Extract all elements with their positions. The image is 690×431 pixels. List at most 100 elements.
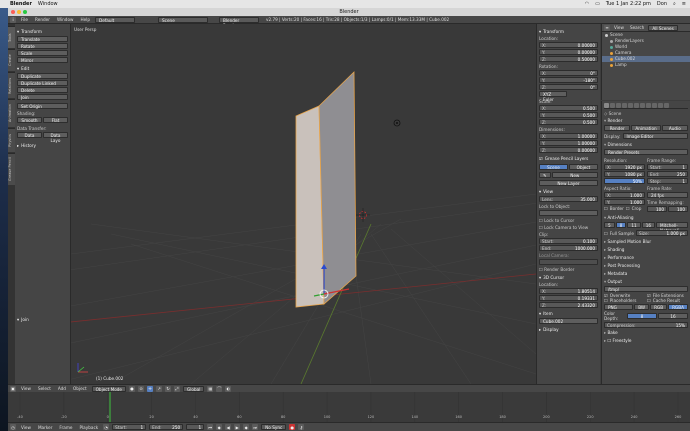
data-button[interactable]: Data bbox=[17, 132, 42, 138]
frame-rate-select[interactable]: 24 fps bbox=[647, 192, 688, 198]
res-y-field[interactable]: Y: 1080 px bbox=[604, 171, 645, 177]
object-menu[interactable]: Object bbox=[71, 386, 89, 391]
render-tab-icon[interactable] bbox=[604, 102, 609, 108]
minimize-window-icon[interactable] bbox=[17, 10, 21, 14]
transform-panel-header[interactable]: ▾ Transform bbox=[17, 29, 68, 34]
scale-button[interactable]: Scale bbox=[17, 50, 68, 56]
join-button[interactable]: Join bbox=[17, 94, 68, 100]
scene-button[interactable]: Scene bbox=[539, 164, 568, 170]
new-layer-button[interactable]: New Layer bbox=[539, 180, 598, 186]
keying-set-icon[interactable]: ⚷ bbox=[298, 424, 305, 430]
crop-checkbox[interactable]: ☐ bbox=[626, 206, 630, 211]
rotation-y-field[interactable]: Y: -180° bbox=[539, 77, 598, 83]
format-select[interactable]: PNG bbox=[604, 304, 634, 310]
scale-y-field[interactable]: Y: 0.500 bbox=[539, 112, 598, 118]
tab-create[interactable]: Create bbox=[8, 49, 15, 71]
scale-manipulator-icon[interactable]: ⤢ bbox=[174, 385, 180, 392]
current-frame-field[interactable]: 1 bbox=[186, 424, 205, 430]
object-tab-icon[interactable] bbox=[628, 102, 633, 108]
depth-16-button[interactable]: 16 bbox=[658, 313, 688, 319]
location-z-field[interactable]: Z: 0.50000 bbox=[539, 56, 598, 62]
performance-panel-header[interactable]: Performance bbox=[604, 255, 688, 261]
search-icon[interactable]: ⌕ bbox=[673, 1, 676, 7]
lens-field[interactable]: Lens: 35.000 bbox=[539, 196, 598, 202]
render-engine-select[interactable]: Blender Render bbox=[219, 16, 259, 28]
pencil-icon[interactable]: ✎ bbox=[539, 172, 551, 178]
menu-window[interactable]: Window bbox=[55, 17, 76, 22]
item-name-field[interactable]: Cube.002 bbox=[539, 318, 598, 324]
3d-viewport[interactable]: User Persp (1) Cube.002 bbox=[71, 24, 536, 384]
grease-pencil-panel-header[interactable]: ☑ Grease Pencil Layers bbox=[539, 156, 598, 161]
aa-16-button[interactable]: 16 bbox=[641, 222, 656, 228]
post-processing-panel-header[interactable]: Post Processing bbox=[604, 263, 688, 269]
duplicate-linked-button[interactable]: Duplicate Linked bbox=[17, 80, 68, 86]
animation-button[interactable]: Animation bbox=[631, 125, 661, 131]
3d-cursor-panel-header[interactable]: ▾ 3D Cursor bbox=[539, 275, 598, 280]
start-field[interactable]: Start: 1 bbox=[112, 424, 147, 430]
aa-size-field[interactable]: Size: 1.000 px bbox=[635, 230, 688, 236]
bake-panel-header[interactable]: Bake bbox=[604, 330, 688, 336]
motion-blur-panel-header[interactable]: Sampled Motion Blur bbox=[604, 239, 688, 245]
audio-button[interactable]: Audio bbox=[661, 125, 689, 131]
local-camera-field[interactable] bbox=[539, 259, 598, 265]
operator-panel-header[interactable]: ▾ Join bbox=[17, 317, 29, 322]
cursor-z-field[interactable]: Z: 2.43320 bbox=[539, 302, 598, 308]
jump-end-icon[interactable]: ⏭ bbox=[252, 424, 259, 430]
mac-menu-window[interactable]: Window bbox=[38, 1, 58, 7]
prev-keyframe-icon[interactable]: ◆ bbox=[216, 424, 223, 430]
dimensions-panel-header[interactable]: Dimensions bbox=[604, 142, 688, 148]
mac-clock[interactable]: Tue 1 Jan 2:22 pm bbox=[606, 1, 651, 7]
metadata-panel-header[interactable]: Metadata bbox=[604, 271, 688, 277]
object-button[interactable]: Object bbox=[569, 164, 598, 170]
mac-app-name[interactable]: Blender bbox=[10, 1, 32, 7]
rotate-button[interactable]: Rotate bbox=[17, 43, 68, 49]
tab-physics[interactable]: Physics bbox=[8, 128, 15, 152]
aspect-x-field[interactable]: X: 1.000 bbox=[604, 192, 645, 198]
next-keyframe-icon[interactable]: ◆ bbox=[243, 424, 250, 430]
jump-start-icon[interactable]: ⏮ bbox=[207, 424, 214, 430]
rgb-button[interactable]: RGB bbox=[650, 304, 668, 310]
cursor-y-field[interactable]: Y: 0.19331 bbox=[539, 295, 598, 301]
pivot-icon[interactable]: ⊙ bbox=[138, 385, 144, 392]
data-tab-icon[interactable] bbox=[646, 102, 651, 108]
preview-range-icon[interactable]: ◔ bbox=[103, 424, 110, 430]
playback-menu[interactable]: Playback bbox=[77, 425, 100, 430]
layout-select[interactable]: Default bbox=[95, 16, 135, 23]
material-tab-icon[interactable] bbox=[652, 102, 657, 108]
physics-tab-icon[interactable] bbox=[664, 102, 669, 108]
render-presets-select[interactable]: Render Presets bbox=[604, 149, 688, 155]
scale-x-field[interactable]: X: 0.500 bbox=[539, 105, 598, 111]
dimensions-y-field[interactable]: Y: 1.00000 bbox=[539, 140, 598, 146]
timeline-view-menu[interactable]: View bbox=[19, 425, 33, 430]
select-menu[interactable]: Select bbox=[36, 386, 53, 391]
info-editor-icon[interactable]: i bbox=[10, 16, 16, 23]
translate-manipulator-icon[interactable]: ↗ bbox=[156, 385, 162, 392]
wifi-icon[interactable]: ◠ bbox=[585, 1, 589, 7]
tab-relations[interactable]: Relations bbox=[8, 72, 15, 98]
lock-to-cursor-checkbox[interactable]: ☐ Lock to Cursor bbox=[539, 218, 598, 223]
play-icon[interactable]: ▶ bbox=[234, 424, 241, 430]
plane-object[interactable] bbox=[71, 24, 536, 384]
frame-menu[interactable]: Frame bbox=[57, 425, 74, 430]
display-select[interactable]: Image Editor bbox=[622, 133, 688, 139]
new-button[interactable]: New bbox=[551, 172, 598, 178]
tab-grease-pencil[interactable]: Grease Pencil bbox=[8, 153, 15, 185]
location-x-field[interactable]: X: 0.00000 bbox=[539, 42, 598, 48]
record-icon[interactable]: ● bbox=[289, 424, 296, 430]
menu-file[interactable]: File bbox=[19, 17, 30, 22]
aa-5-button[interactable]: 5 bbox=[604, 222, 615, 228]
time-old-field[interactable]: 100 bbox=[647, 206, 667, 212]
3d-cursor-icon[interactable] bbox=[356, 208, 370, 222]
cache-checkbox[interactable]: ☐ bbox=[647, 298, 651, 303]
freestyle-panel-header[interactable]: ☐ Freestyle bbox=[604, 338, 688, 344]
marker-menu[interactable]: Marker bbox=[36, 425, 54, 430]
delete-button[interactable]: Delete bbox=[17, 87, 68, 93]
battery-icon[interactable]: ▭ bbox=[595, 1, 600, 7]
lock-camera-checkbox[interactable]: ☐ Lock Camera to View bbox=[539, 225, 598, 230]
world-tab-icon[interactable] bbox=[622, 102, 627, 108]
timeline-editor-icon[interactable]: ◷ bbox=[10, 424, 16, 430]
orientation-select[interactable]: Global bbox=[183, 385, 205, 392]
res-percent-field[interactable]: 50% bbox=[604, 178, 645, 184]
modifiers-tab-icon[interactable] bbox=[640, 102, 645, 108]
mode-select[interactable]: Object Mode bbox=[91, 385, 126, 392]
